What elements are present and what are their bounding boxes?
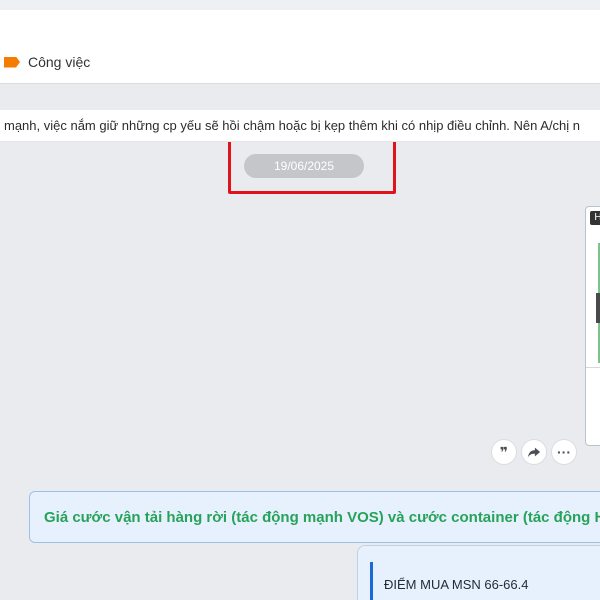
tag-label: Công việc bbox=[28, 54, 91, 70]
more-icon: ··· bbox=[557, 444, 571, 460]
link-preview-title: Giá cước vận tải hàng rời (tác động mạnh… bbox=[44, 509, 600, 526]
media-divider bbox=[586, 367, 600, 368]
more-button[interactable]: ··· bbox=[552, 440, 576, 464]
annotation-highlight-box bbox=[228, 142, 396, 194]
share-icon bbox=[527, 447, 541, 458]
pinned-message-bar[interactable]: mạnh, việc nắm giữ những cp yếu sẽ hồi c… bbox=[0, 110, 600, 142]
tag-icon bbox=[4, 56, 20, 68]
media-preview-block bbox=[596, 293, 600, 323]
window-top-strip bbox=[0, 0, 600, 10]
share-button[interactable] bbox=[522, 440, 546, 464]
message-actions: ❞ ··· bbox=[492, 440, 576, 464]
pinned-message-text: mạnh, việc nắm giữ những cp yếu sẽ hồi c… bbox=[4, 118, 581, 133]
conversation-tag[interactable]: Công việc bbox=[4, 54, 90, 70]
quote-button[interactable]: ❞ bbox=[492, 440, 516, 464]
chat-header: Công việc bbox=[0, 10, 600, 84]
link-preview-card[interactable]: Giá cước vận tải hàng rời (tác động mạnh… bbox=[29, 491, 600, 543]
media-badge: H bbox=[590, 211, 600, 225]
quoted-message-text: ĐIỂM MUA MSN 66-66.4 bbox=[384, 577, 529, 592]
quote-bar bbox=[370, 562, 373, 600]
message-list[interactable]: 19/06/2025 H ❞ ··· Giá cước vận tải hàng… bbox=[0, 142, 600, 600]
media-message-card[interactable]: H bbox=[585, 206, 600, 446]
quote-icon: ❞ bbox=[499, 443, 509, 460]
message-bubble[interactable]: ĐIỂM MUA MSN 66-66.4 bbox=[357, 545, 600, 600]
